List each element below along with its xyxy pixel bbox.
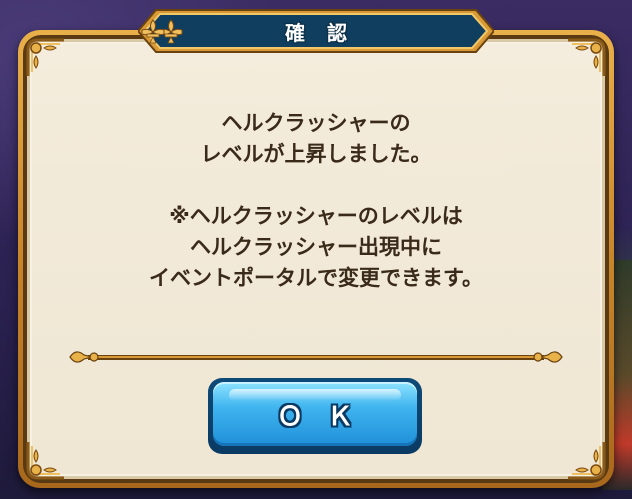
fleur-de-lis-corner-icon <box>562 436 608 482</box>
ok-button[interactable]: ＯＫ <box>208 378 422 454</box>
dialog-message: ヘルクラッシャーの レベルが上昇しました。 ※ヘルクラッシャーのレベルは ヘルク… <box>40 108 592 294</box>
fleur-de-lis-corner-icon <box>24 436 70 482</box>
message-gap <box>40 170 592 201</box>
ornamental-divider <box>68 342 564 372</box>
message-line: ヘルクラッシャー出現中に <box>190 235 442 259</box>
fleur-de-lis-corner-icon <box>24 36 70 82</box>
message-line: ※ヘルクラッシャーのレベルは <box>169 204 463 228</box>
dialog-title: 確認 <box>285 20 369 45</box>
message-line: イベントポータルで変更できます。 <box>149 266 483 290</box>
title-banner: 確認 <box>138 8 494 54</box>
fleur-de-lis-corner-icon <box>562 36 608 82</box>
message-line: ヘルクラッシャーの <box>221 111 411 135</box>
ok-button-label: ＯＫ <box>276 401 377 432</box>
message-line: レベルが上昇しました。 <box>200 142 432 166</box>
